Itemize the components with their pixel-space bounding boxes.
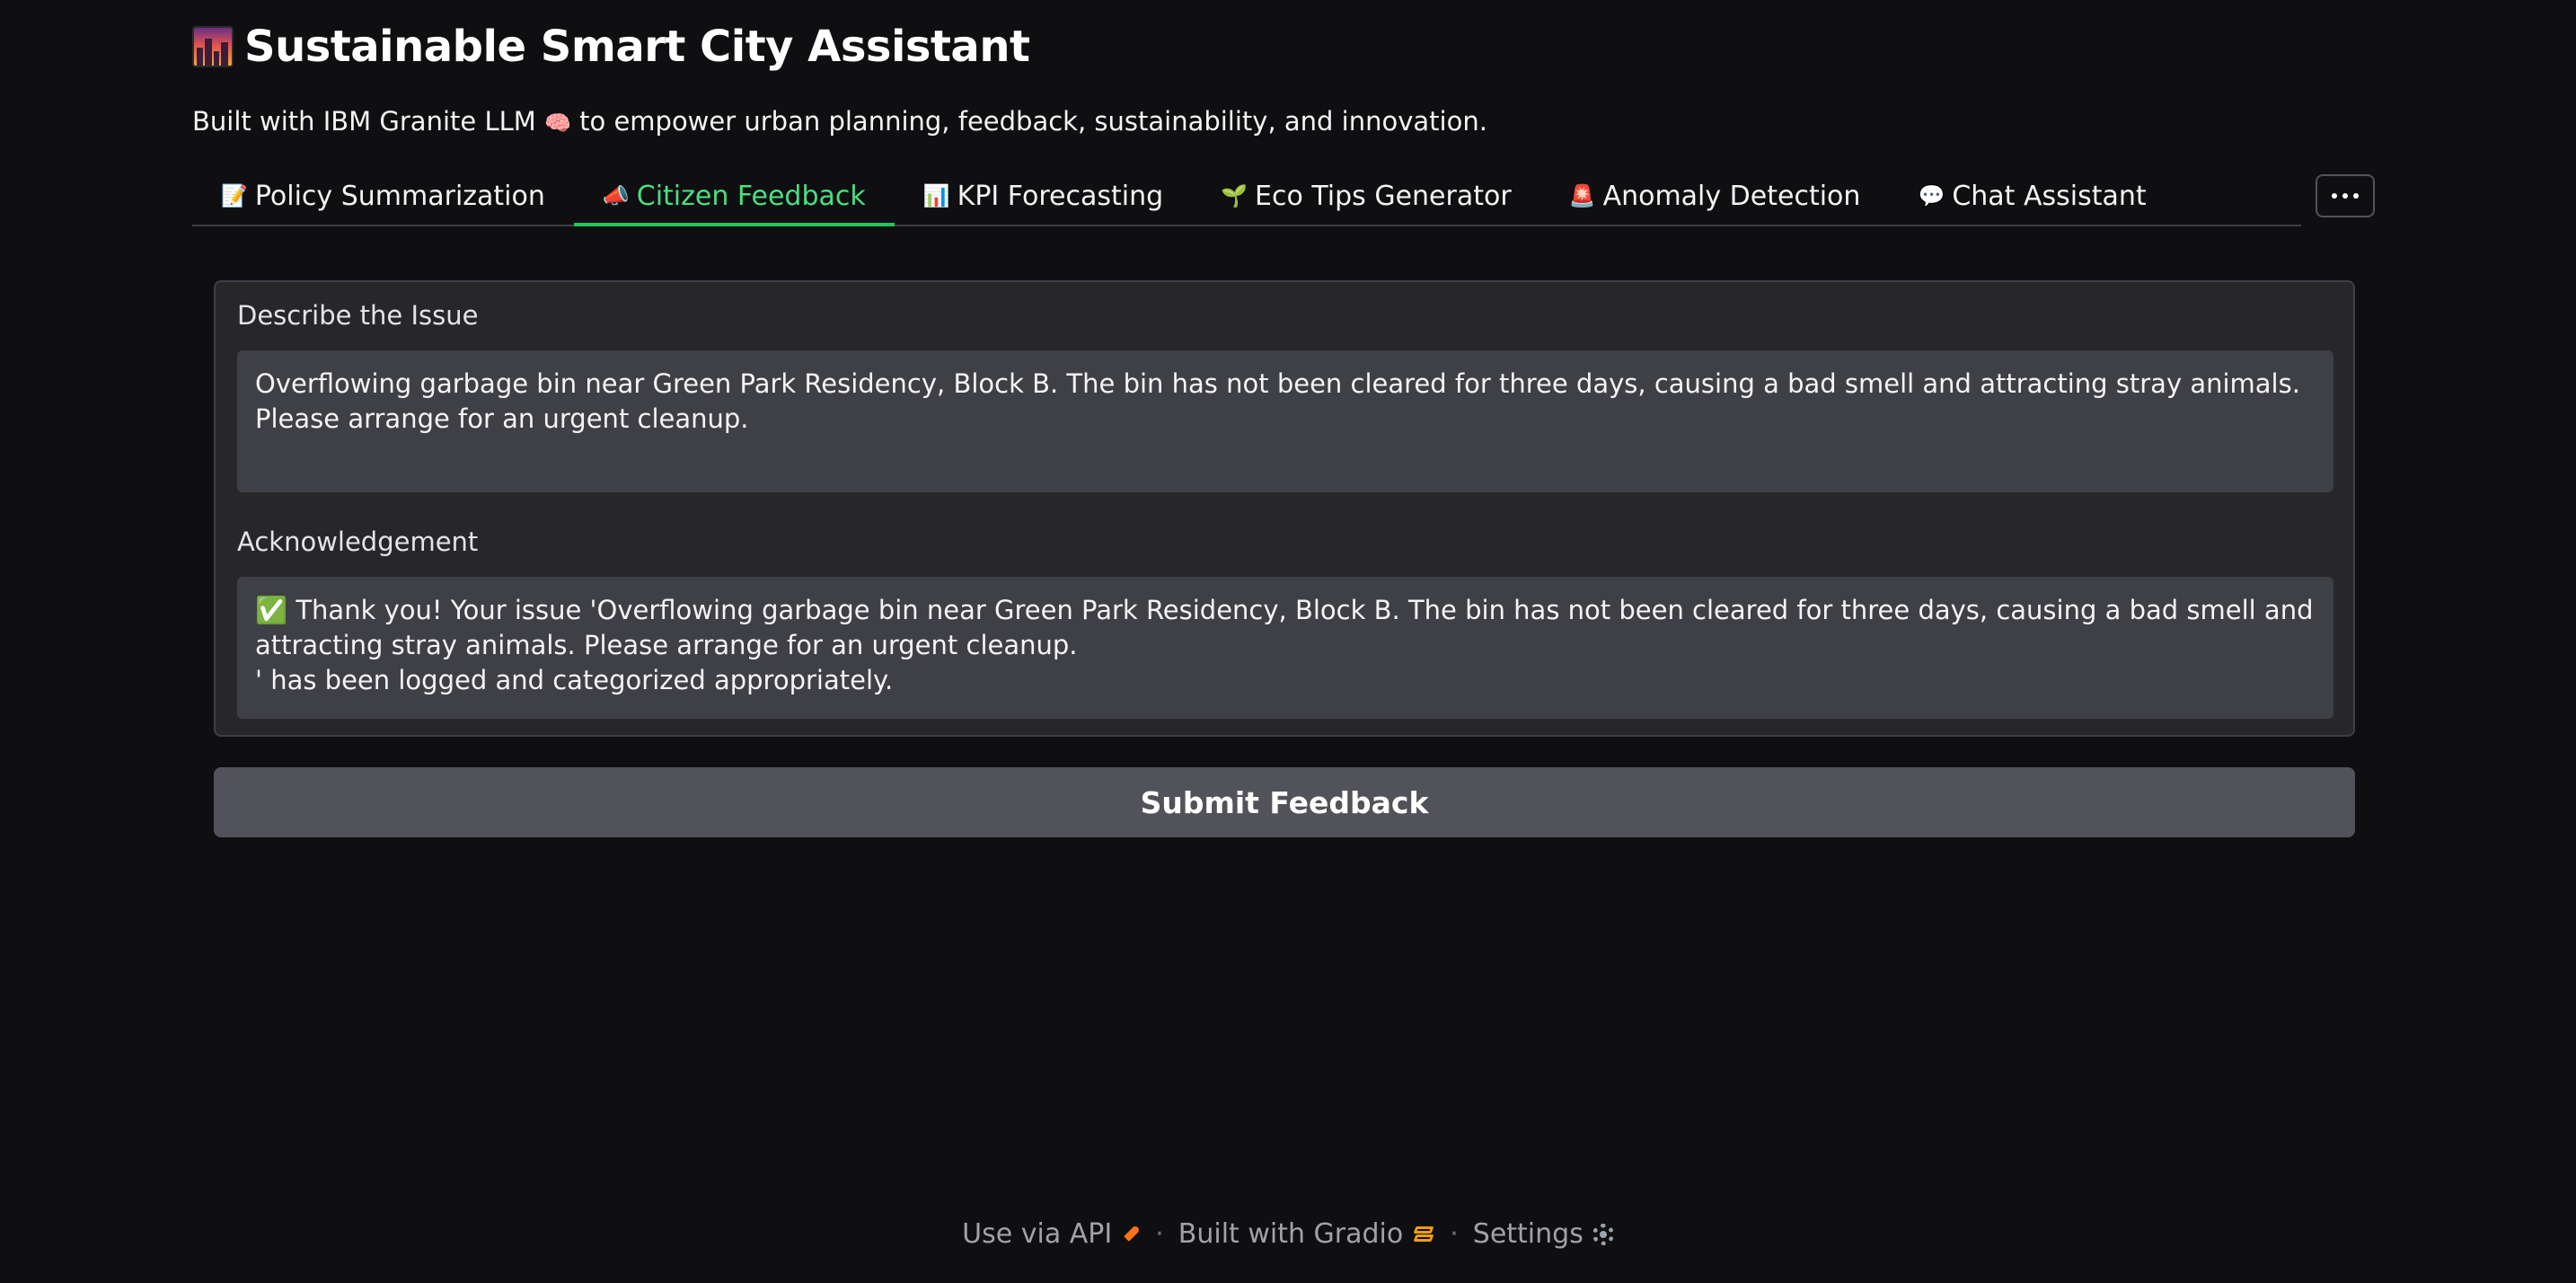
footer-separator: · [1155,1218,1164,1250]
settings-label: Settings [1472,1218,1584,1250]
subtitle-suffix: to empower urban planning, feedback, sus… [579,106,1487,137]
tab-chat-assistant[interactable]: 💬 Chat Assistant [1889,167,2175,225]
use-via-api-link[interactable]: Use via API [962,1218,1141,1250]
siren-icon: 🚨 [1568,183,1596,208]
speech-bubble-icon: 💬 [1918,183,1945,208]
more-tabs-button[interactable] [2316,174,2375,217]
issue-field-label: Describe the Issue [237,300,479,331]
ellipsis-dot [2342,193,2348,199]
footer: Use via API · Built with Gradio · Settin… [0,1218,2576,1250]
gradio-logo-icon [1412,1225,1435,1244]
acknowledgement-field-label: Acknowledgement [237,526,479,557]
seedling-icon: 🌱 [1221,183,1248,208]
feedback-form-panel: Describe the Issue Overflowing garbage b… [214,280,2355,737]
app-page: Sustainable Smart City Assistant Built w… [0,0,2576,1283]
tab-label: KPI Forecasting [957,180,1164,212]
acknowledgement-textarea[interactable]: ✅ Thank you! Your issue 'Overflowing gar… [237,577,2333,719]
bar-chart-icon: 📊 [922,183,950,208]
page-title-text: Sustainable Smart City Assistant [244,22,1030,72]
tab-citizen-feedback[interactable]: 📣 Citizen Feedback [573,167,895,226]
brain-icon: 🧠 [544,111,571,136]
tab-eco-tips-generator[interactable]: 🌱 Eco Tips Generator [1192,167,1540,225]
tab-bar: 📝 Policy Summarization 📣 Citizen Feedbac… [192,167,2301,226]
use-via-api-label: Use via API [962,1218,1113,1250]
page-subtitle: Built with IBM Granite LLM 🧠 to empower … [192,106,1487,137]
tab-label: Eco Tips Generator [1255,180,1512,212]
footer-separator: · [1450,1218,1459,1250]
tab-label: Anomaly Detection [1602,180,1861,212]
rocket-icon [1117,1220,1145,1248]
built-with-gradio-link[interactable]: Built with Gradio [1178,1218,1435,1250]
tab-label: Citizen Feedback [636,180,866,212]
issue-textarea[interactable]: Overflowing garbage bin near Green Park … [237,350,2333,492]
tab-policy-summarization[interactable]: 📝 Policy Summarization [192,167,574,225]
tab-label: Chat Assistant [1952,180,2147,212]
built-with-gradio-label: Built with Gradio [1178,1218,1404,1250]
gear-icon [1592,1223,1614,1245]
memo-icon: 📝 [221,183,248,208]
subtitle-prefix: Built with IBM Granite LLM [192,106,536,137]
megaphone-icon: 📣 [602,183,630,208]
submit-feedback-button[interactable]: Submit Feedback [214,767,2355,837]
settings-link[interactable]: Settings [1473,1218,1614,1250]
tab-label: Policy Summarization [254,180,545,212]
tab-anomaly-detection[interactable]: 🚨 Anomaly Detection [1540,167,1890,225]
tab-kpi-forecasting[interactable]: 📊 KPI Forecasting [895,167,1192,225]
page-title: Sustainable Smart City Assistant [192,22,1030,72]
ellipsis-dot [2353,193,2359,199]
city-sunset-icon [192,26,234,67]
ellipsis-icon [2332,193,2337,199]
